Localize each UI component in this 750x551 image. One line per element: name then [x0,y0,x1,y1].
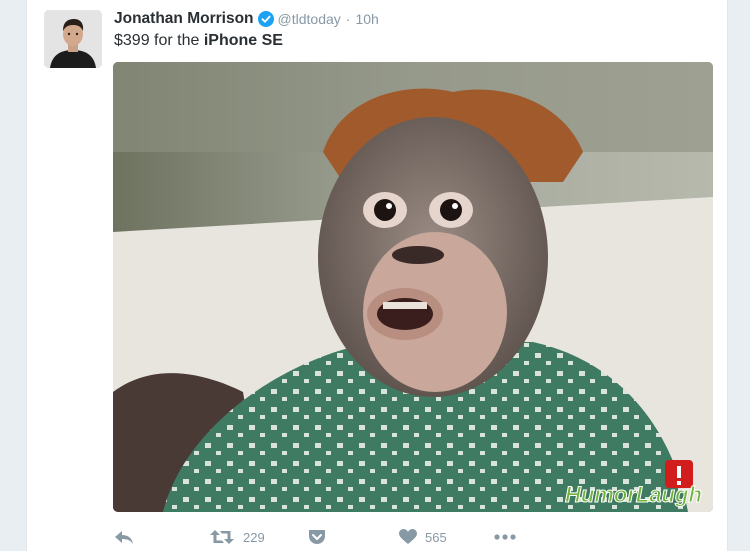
pocket-button[interactable] [307,524,327,550]
retweet-icon [210,530,234,544]
author-name[interactable]: Jonathan Morrison [114,10,254,28]
author-avatar[interactable] [44,10,102,68]
profile-photo-icon [44,10,102,68]
tweet-header: Jonathan Morrison @tldtoday · 10h [114,9,379,29]
baby-orangutan-photo-icon: HumorLaugh [113,62,713,512]
tweet-timestamp[interactable]: 10h [355,11,378,27]
heart-icon [399,529,417,544]
separator-dot: · [345,11,351,27]
tweet-media[interactable]: HumorLaugh [113,62,713,512]
more-icon [494,534,516,540]
pocket-icon [309,530,325,544]
reply-button[interactable] [113,524,135,550]
like-count: 565 [425,529,447,545]
reply-icon [115,531,133,544]
tweet-card: Jonathan Morrison @tldtoday · 10h $399 f… [26,0,728,551]
author-handle[interactable]: @tldtoday [278,11,341,27]
verified-badge-icon [257,11,274,27]
tweet-actions: 229 565 [113,524,533,550]
retweet-count: 229 [243,529,265,545]
like-button[interactable]: 565 [399,524,447,550]
svg-text:HumorLaugh: HumorLaugh [565,482,702,507]
retweet-button[interactable]: 229 [209,524,265,550]
more-button[interactable] [493,524,517,550]
tweet-text-emphasis: iPhone SE [203,32,283,49]
tweet-text: $399 for the iPhone SE [114,32,283,50]
tweet-text-prefix: $399 for the [114,32,204,49]
